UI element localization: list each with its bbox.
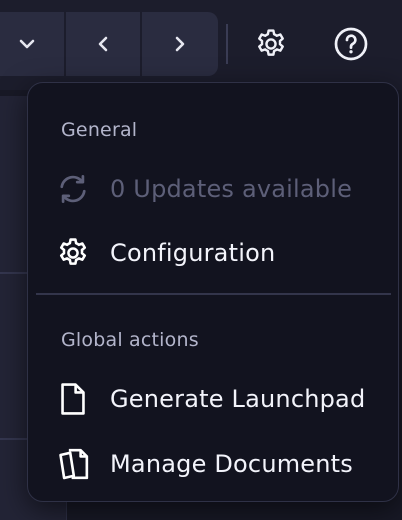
settings-button[interactable] xyxy=(249,22,293,66)
configuration-label: Configuration xyxy=(110,239,276,267)
next-button[interactable] xyxy=(142,12,218,76)
section-heading-global-actions: Global actions xyxy=(61,329,199,351)
help-button[interactable] xyxy=(329,22,373,66)
question-circle-icon xyxy=(334,27,368,61)
sync-icon xyxy=(54,170,92,208)
updates-available-item: 0 Updates available xyxy=(28,164,398,214)
configuration-item[interactable]: Configuration xyxy=(28,228,398,278)
menu-divider xyxy=(36,293,391,295)
chevron-left-icon xyxy=(98,36,108,52)
section-heading-general: General xyxy=(61,119,138,141)
settings-dropdown-menu: General 0 Updates available Configuratio… xyxy=(27,82,399,502)
chevron-right-icon xyxy=(175,36,185,52)
chevron-down-icon xyxy=(19,39,35,49)
navigation-button-group xyxy=(0,12,218,76)
manage-documents-label: Manage Documents xyxy=(110,450,354,478)
generate-launchpad-item[interactable]: Generate Launchpad xyxy=(28,374,398,424)
updates-available-label: 0 Updates available xyxy=(110,175,353,203)
gear-icon xyxy=(54,234,92,272)
toolbar-divider xyxy=(226,24,228,64)
generate-launchpad-label: Generate Launchpad xyxy=(110,385,366,413)
previous-button[interactable] xyxy=(66,12,142,76)
manage-documents-item[interactable]: Manage Documents xyxy=(28,439,398,489)
document-icon xyxy=(54,380,92,418)
documents-icon xyxy=(54,445,92,483)
dropdown-button[interactable] xyxy=(0,12,66,76)
gear-icon xyxy=(258,29,284,56)
